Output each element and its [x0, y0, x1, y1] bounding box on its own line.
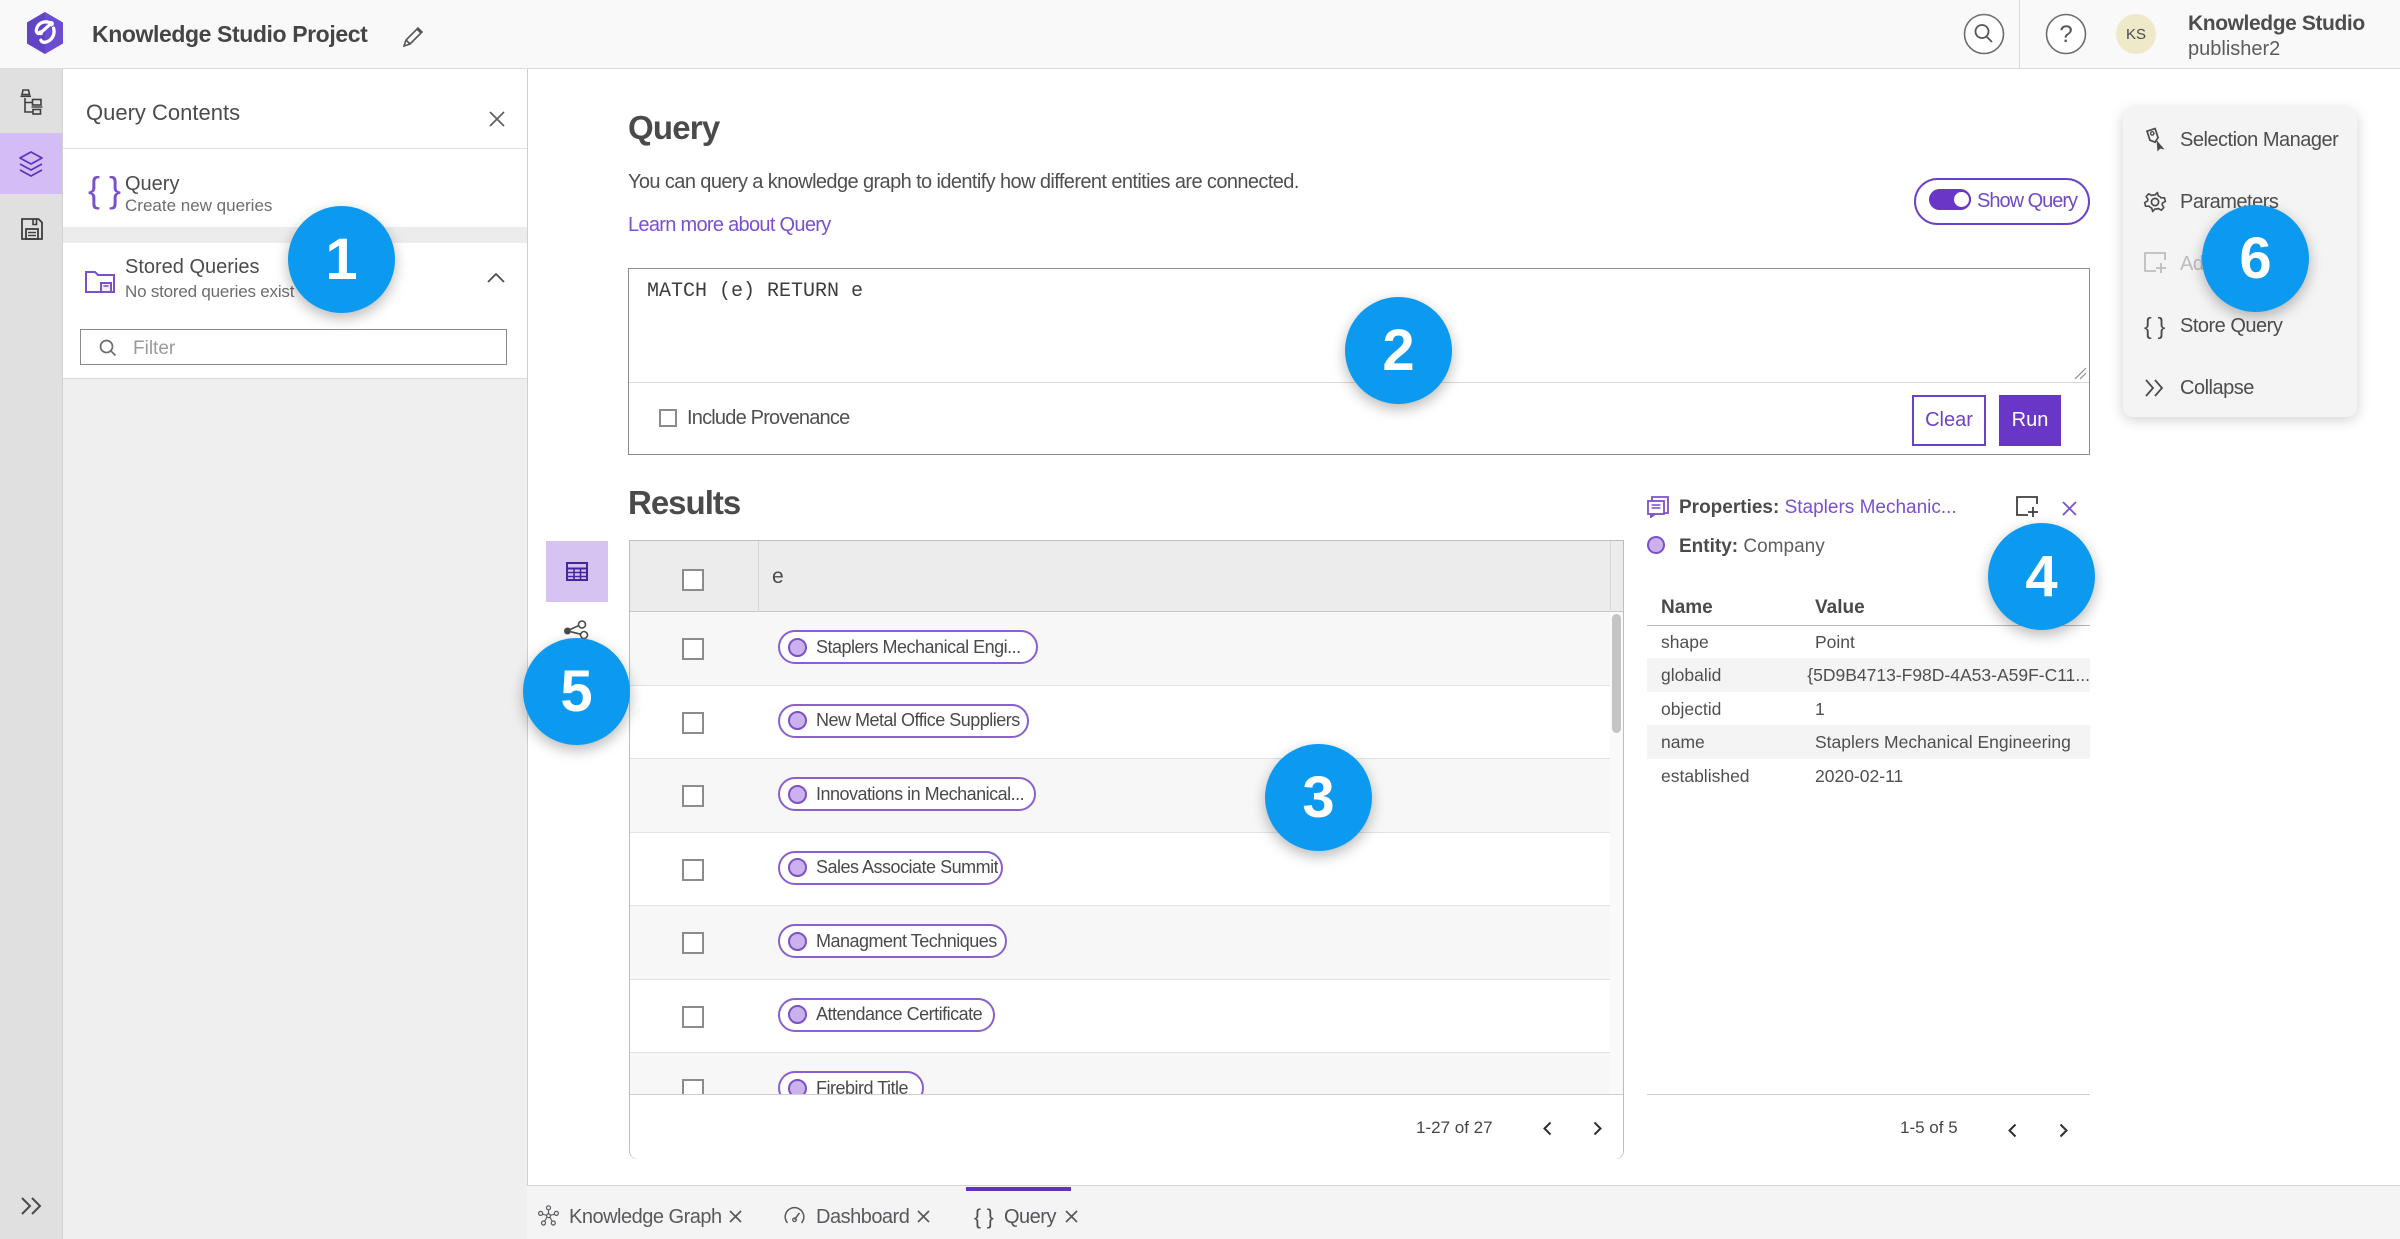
svg-text:?: ?	[2059, 21, 2072, 48]
